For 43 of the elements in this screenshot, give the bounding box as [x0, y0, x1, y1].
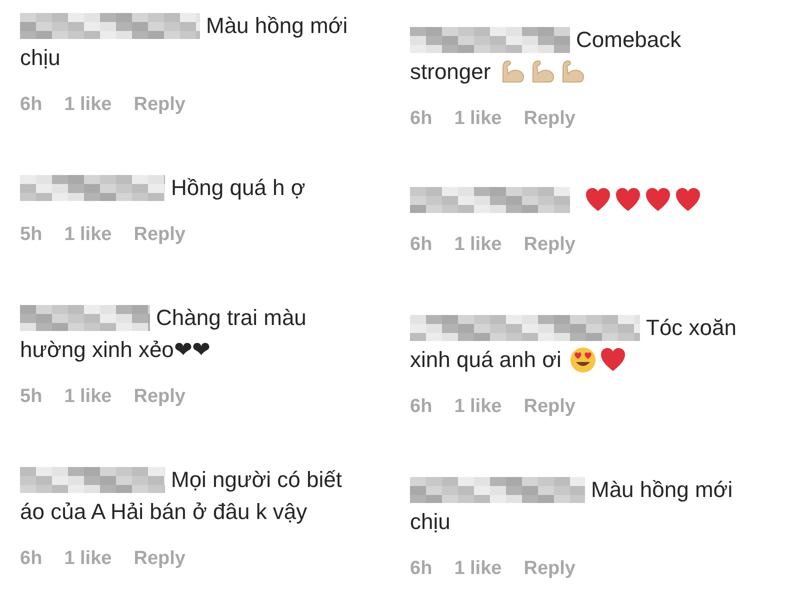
- reply-button[interactable]: Reply: [134, 386, 186, 408]
- heart-eyes-face-icon: [569, 346, 598, 374]
- comment-text: stronger: [410, 58, 491, 86]
- comment-text: chịu: [20, 44, 60, 72]
- heart-icon: [644, 186, 672, 214]
- comment-text: hường xinh xẻo❤❤: [20, 336, 210, 364]
- reply-button[interactable]: Reply: [524, 234, 576, 256]
- like-count[interactable]: 1 like: [64, 386, 112, 408]
- comment-text: Chàng trai màu: [156, 304, 306, 332]
- like-count[interactable]: 1 like: [64, 94, 112, 116]
- reply-button[interactable]: Reply: [524, 558, 576, 580]
- like-count[interactable]: 1 like: [64, 548, 112, 570]
- comment-time: 6h: [410, 396, 432, 418]
- heart-icon: [599, 346, 628, 374]
- comment-text: Màu hồng mới: [591, 476, 733, 504]
- like-count[interactable]: 1 like: [454, 558, 502, 580]
- comment-text: Mọi người có biết: [171, 466, 342, 494]
- reply-button[interactable]: Reply: [134, 224, 186, 246]
- comment-text: xinh quá anh ơi: [410, 346, 562, 374]
- comment-text: Màu hồng mới: [206, 12, 348, 40]
- reply-button[interactable]: Reply: [134, 548, 186, 570]
- like-count[interactable]: 1 like: [454, 108, 502, 130]
- comment-text: Hồng quá h ợ: [171, 174, 306, 202]
- comment-text: Tóc xoăn: [646, 314, 736, 342]
- comment-time: 6h: [410, 108, 432, 130]
- heart-icon: [614, 186, 642, 214]
- like-count[interactable]: 1 like: [454, 234, 502, 256]
- comment-time: 5h: [20, 224, 42, 246]
- comment-time: 6h: [20, 94, 42, 116]
- heart-icon: [584, 186, 612, 214]
- reply-button[interactable]: Reply: [524, 396, 576, 418]
- comment-text: chịu: [410, 508, 450, 536]
- comment-text: Comeback: [576, 26, 682, 54]
- comment-time: 6h: [410, 234, 432, 256]
- reply-button[interactable]: Reply: [524, 108, 576, 130]
- heart-icon: [674, 186, 702, 214]
- comment-time: 6h: [410, 558, 432, 580]
- reply-button[interactable]: Reply: [134, 94, 186, 116]
- like-count[interactable]: 1 like: [64, 224, 112, 246]
- comment-time: 5h: [20, 386, 42, 408]
- comment-text: áo của A Hải bán ở đâu k vậy: [20, 498, 308, 526]
- like-count[interactable]: 1 like: [454, 396, 502, 418]
- comment-time: 6h: [20, 548, 42, 570]
